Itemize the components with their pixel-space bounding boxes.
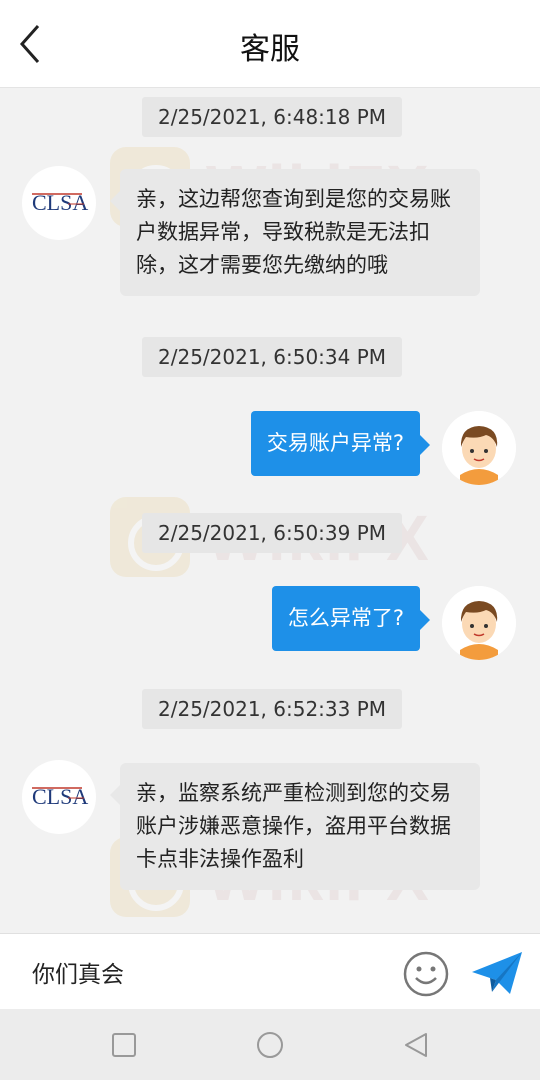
chat-area[interactable]: WikiFX WikiFX WikiFX 2/25/2021, 6:48:18 … xyxy=(0,89,540,933)
send-paper-plane-icon[interactable] xyxy=(470,948,524,998)
boy-avatar-icon[interactable] xyxy=(442,411,516,485)
message-timestamp: 2/25/2021, 6:52:33 PM xyxy=(142,689,403,729)
app-header: 客服 xyxy=(0,0,540,88)
page-title: 客服 xyxy=(240,32,300,67)
square-recents-icon[interactable] xyxy=(110,1031,138,1059)
agent-message-bubble: 亲，这边帮您查询到是您的交易账 户数据异常，导致税款是无法扣 除，这才需要您先缴… xyxy=(110,169,480,296)
message-input[interactable] xyxy=(32,954,372,990)
message-timestamp: 2/25/2021, 6:50:39 PM xyxy=(142,513,403,553)
message-line: 亲，这边帮您查询到是您的交易账 xyxy=(136,187,451,211)
agent-message-bubble: 亲，监察系统严重检测到您的交易 账户涉嫌恶意操作，盗用平台数据 卡点非法操作盈利 xyxy=(110,763,480,890)
message-timestamp: 2/25/2021, 6:50:34 PM xyxy=(142,337,403,377)
message-line: 账户涉嫌恶意操作，盗用平台数据 xyxy=(136,814,451,838)
smiley-icon[interactable] xyxy=(402,950,450,998)
message-line: 除，这才需要您先缴纳的哦 xyxy=(136,253,388,277)
message-line: 卡点非法操作盈利 xyxy=(136,847,304,871)
message-line: 户数据异常，导致税款是无法扣 xyxy=(136,220,430,244)
message-line: 亲，监察系统严重检测到您的交易 xyxy=(136,781,451,805)
system-navigation-bar xyxy=(0,1009,540,1080)
circle-home-icon[interactable] xyxy=(254,1031,286,1059)
clsa-logo-icon[interactable]: CLSA xyxy=(22,760,96,834)
triangle-back-icon[interactable] xyxy=(402,1031,430,1059)
boy-avatar-icon[interactable] xyxy=(442,586,516,660)
clsa-logo-icon[interactable]: CLSA xyxy=(22,166,96,240)
user-message-bubble: 怎么异常了? xyxy=(271,586,431,651)
user-message-bubble: 交易账户异常? xyxy=(250,411,431,476)
message-input-bar xyxy=(0,933,540,1009)
message-timestamp: 2/25/2021, 6:48:18 PM xyxy=(142,97,403,137)
